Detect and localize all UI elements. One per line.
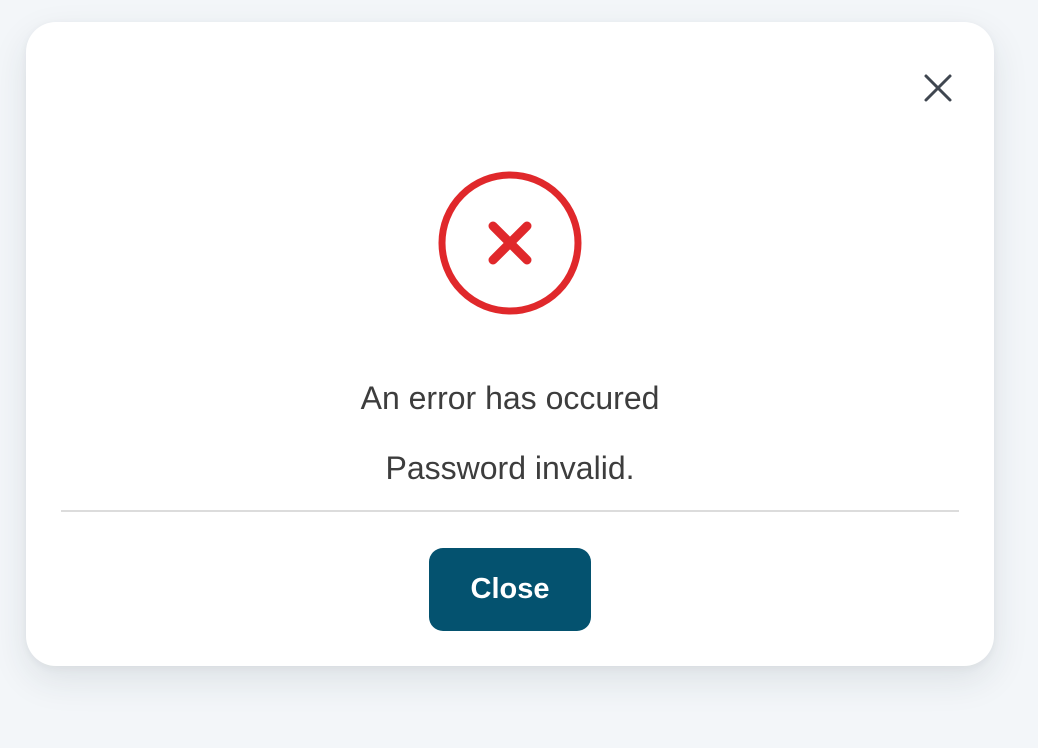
dialog-title: An error has occured	[360, 380, 660, 416]
close-icon[interactable]	[922, 72, 954, 104]
error-icon	[437, 170, 583, 316]
close-button[interactable]: Close	[429, 548, 591, 631]
error-dialog: An error has occured Password invalid. C…	[26, 22, 994, 666]
divider	[61, 510, 959, 512]
error-message: Password invalid.	[385, 450, 635, 486]
